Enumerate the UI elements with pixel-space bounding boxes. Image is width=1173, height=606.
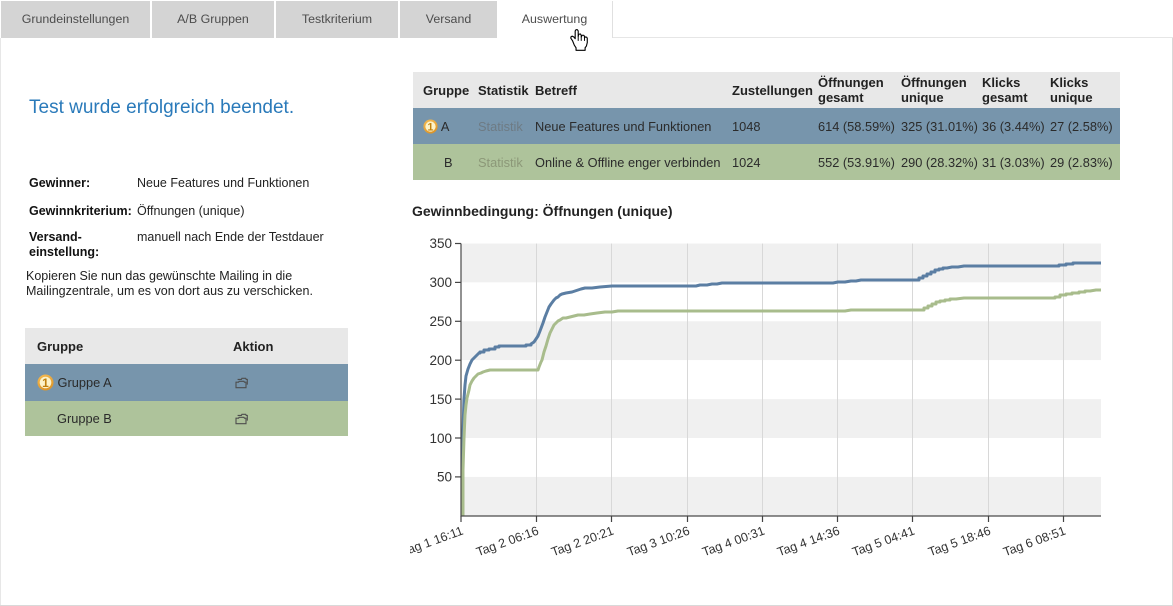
svg-text:Tag 1 16:11: Tag 1 16:11 (410, 524, 465, 559)
svg-text:100: 100 (429, 431, 452, 446)
svg-text:150: 150 (429, 392, 452, 407)
svg-text:200: 200 (429, 353, 452, 368)
svg-text:Tag 5 04:41: Tag 5 04:41 (850, 524, 916, 560)
svg-text:Tag 4 00:31: Tag 4 00:31 (700, 524, 766, 560)
svg-text:Tag 5 18:46: Tag 5 18:46 (926, 524, 992, 560)
svg-text:350: 350 (429, 236, 452, 251)
svg-text:50: 50 (437, 470, 452, 485)
svg-text:1: 1 (42, 376, 49, 390)
svg-text:Tag 2 06:16: Tag 2 06:16 (474, 524, 540, 560)
svg-text:Tag 3 10:26: Tag 3 10:26 (625, 524, 691, 560)
svg-text:250: 250 (429, 314, 452, 329)
svg-text:Tag 2 20:21: Tag 2 20:21 (549, 524, 615, 560)
svg-text:Tag 6 08:51: Tag 6 08:51 (1001, 524, 1067, 560)
svg-text:300: 300 (429, 275, 452, 290)
svg-text:Tag 4 14:36: Tag 4 14:36 (775, 524, 841, 560)
